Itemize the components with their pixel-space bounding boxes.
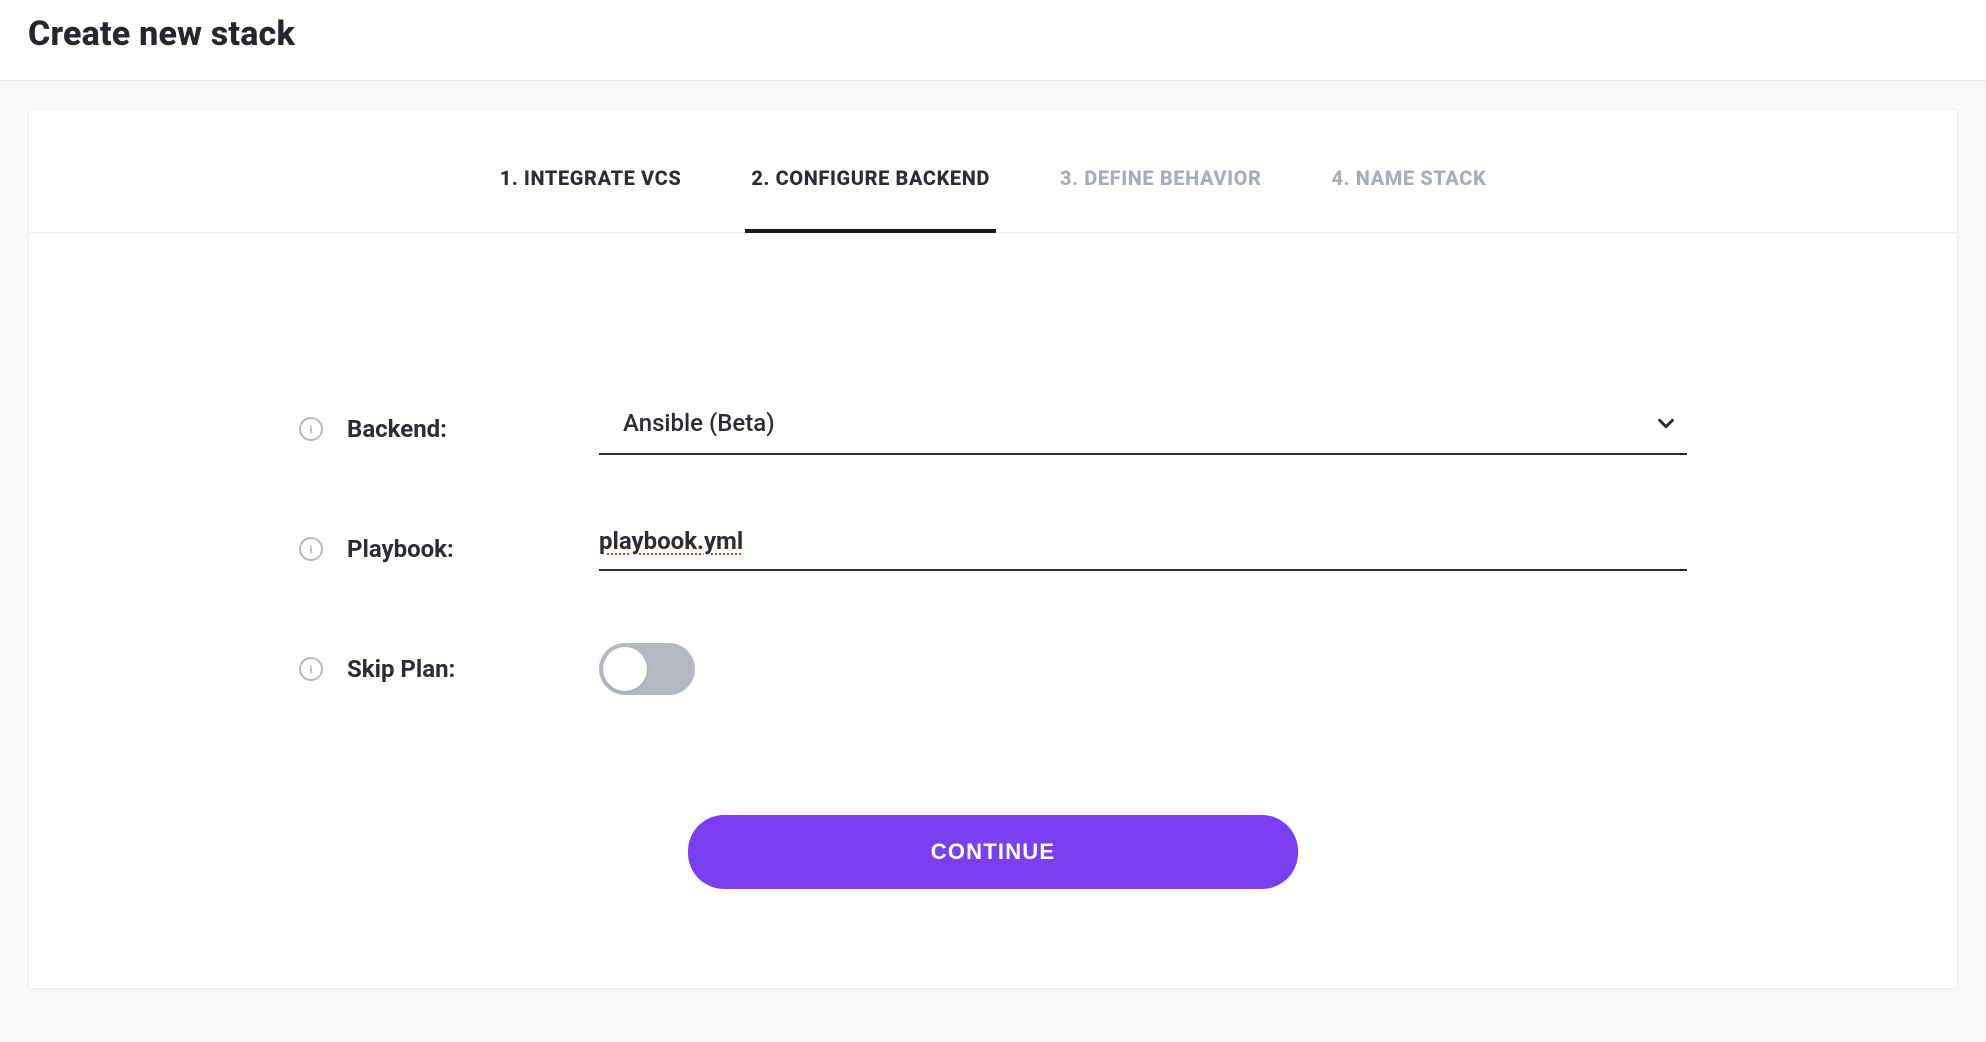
row-left: Playbook: <box>299 535 599 563</box>
backend-select[interactable]: Ansible (Beta) <box>599 403 1687 455</box>
form-row-backend: Backend: Ansible (Beta) <box>299 403 1687 455</box>
page-header: Create new stack <box>0 0 1986 81</box>
playbook-label: Playbook: <box>347 535 454 563</box>
row-left: Backend: <box>299 415 599 443</box>
button-row: CONTINUE <box>299 815 1687 889</box>
backend-control: Ansible (Beta) <box>599 403 1687 455</box>
wizard-card: 1. INTEGRATE VCS 2. CONFIGURE BACKEND 3.… <box>28 109 1958 989</box>
info-icon[interactable] <box>299 417 323 441</box>
tab-configure-backend[interactable]: 2. CONFIGURE BACKEND <box>751 166 990 232</box>
form-row-playbook: Playbook: <box>299 527 1687 571</box>
row-left: Skip Plan: <box>299 655 599 683</box>
toggle-knob <box>603 647 647 691</box>
tab-integrate-vcs[interactable]: 1. INTEGRATE VCS <box>500 166 682 232</box>
skip-plan-control <box>599 643 1687 695</box>
continue-button[interactable]: CONTINUE <box>688 815 1298 889</box>
page-title: Create new stack <box>28 14 1958 54</box>
page: Create new stack 1. INTEGRATE VCS 2. CON… <box>0 0 1986 989</box>
info-icon[interactable] <box>299 657 323 681</box>
form-row-skip-plan: Skip Plan: <box>299 643 1687 695</box>
form-area: Backend: Ansible (Beta) <box>29 233 1957 889</box>
backend-label: Backend: <box>347 415 447 443</box>
playbook-input-wrap <box>599 527 1687 571</box>
backend-selected-value: Ansible (Beta) <box>623 409 775 437</box>
playbook-input[interactable] <box>599 527 1687 555</box>
wizard-tabs: 1. INTEGRATE VCS 2. CONFIGURE BACKEND 3.… <box>29 110 1957 233</box>
tab-name-stack[interactable]: 4. NAME STACK <box>1332 166 1487 232</box>
skip-plan-toggle[interactable] <box>599 643 695 695</box>
content-wrap: 1. INTEGRATE VCS 2. CONFIGURE BACKEND 3.… <box>0 81 1986 989</box>
tab-define-behavior[interactable]: 3. DEFINE BEHAVIOR <box>1060 166 1262 232</box>
info-icon[interactable] <box>299 537 323 561</box>
chevron-down-icon <box>1655 412 1677 434</box>
playbook-control <box>599 527 1687 571</box>
skip-plan-label: Skip Plan: <box>347 655 455 683</box>
